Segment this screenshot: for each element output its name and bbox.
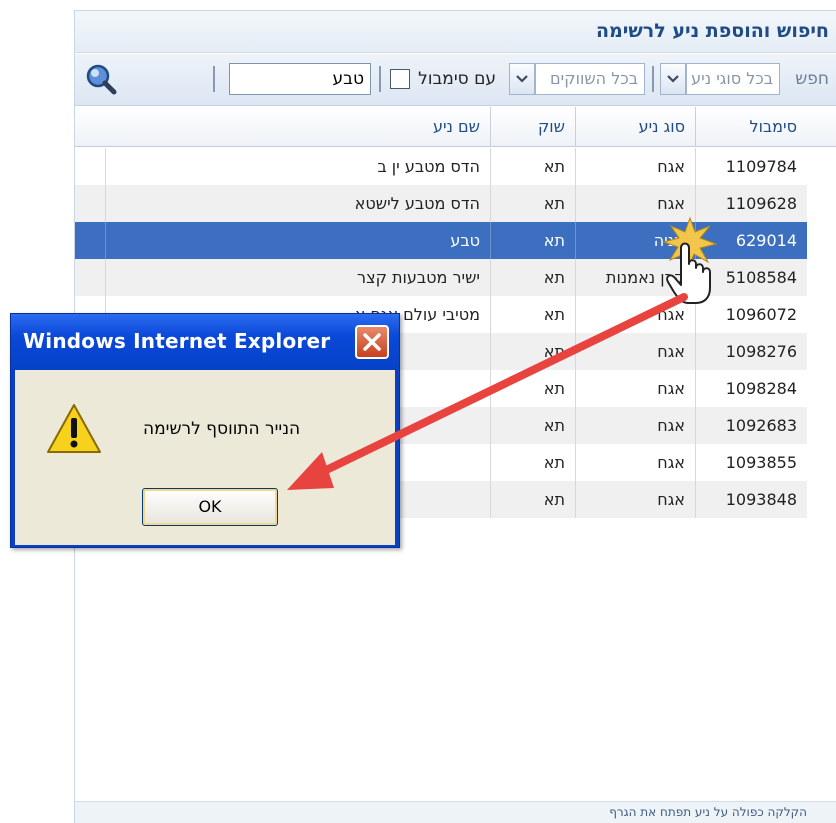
ok-button[interactable]: OK: [142, 488, 278, 526]
alert-dialog: Windows Internet Explorer הנייר התווסף ל…: [10, 313, 400, 548]
cell-symbol: 1093855: [695, 444, 807, 481]
table-row[interactable]: 629014 מניה תא טבע: [75, 222, 807, 259]
cell-type: מניה: [575, 222, 695, 259]
toolbar-separator: [213, 66, 215, 92]
warning-icon: [47, 404, 101, 453]
cell-name: ישיר מטבעות קצר: [105, 259, 490, 296]
cell-market: תא: [490, 333, 575, 370]
cell-name: הדס מטבע לישטא: [105, 185, 490, 222]
cell-market: תא: [490, 222, 575, 259]
dialog-title-bar: Windows Internet Explorer: [11, 314, 399, 370]
cell-type: אגח: [575, 333, 695, 370]
chevron-down-icon: [667, 75, 679, 83]
cell-type: אגח: [575, 370, 695, 407]
cell-market: תא: [490, 407, 575, 444]
cell-symbol: 1109784: [695, 148, 807, 185]
chevron-down-icon: [516, 75, 528, 83]
column-header-market[interactable]: שוק: [490, 107, 575, 147]
close-icon: [363, 333, 381, 351]
cell-market: תא: [490, 148, 575, 185]
cell-market: תא: [490, 370, 575, 407]
cell-symbol: 1098284: [695, 370, 807, 407]
cell-market: תא: [490, 185, 575, 222]
market-dropdown-button[interactable]: [509, 63, 535, 95]
cell-type: אגח: [575, 185, 695, 222]
search-input-value: טבע: [332, 69, 365, 89]
cell-market: תא: [490, 296, 575, 333]
cell-type: קרן נאמנות: [575, 259, 695, 296]
cell-symbol: 1109628: [695, 185, 807, 222]
toolbar-separator: [379, 66, 381, 92]
magnifier-icon: [86, 64, 117, 95]
cell-type: אגח: [575, 444, 695, 481]
column-header-type[interactable]: סוג ניע: [575, 107, 695, 147]
cell-symbol: 1096072: [695, 296, 807, 333]
with-symbol-label: עם סימבול: [418, 69, 496, 89]
status-bar: הקלקה כפולה על ניע תפתח את הגרף: [75, 801, 836, 823]
cell-type: אגח: [575, 407, 695, 444]
security-type-select[interactable]: בכל סוגי ניע: [686, 63, 780, 95]
cell-symbol: 629014: [695, 222, 807, 259]
search-button[interactable]: [83, 62, 117, 96]
search-label: חפש: [795, 69, 829, 89]
cell-name: הדס מטבע ין ב: [105, 148, 490, 185]
cell-market: תא: [490, 444, 575, 481]
market-value: בכל השווקים: [550, 69, 638, 88]
search-input[interactable]: טבע: [229, 63, 371, 95]
dialog-close-button[interactable]: [355, 325, 389, 359]
dialog-body: הנייר התווסף לרשימה OK: [15, 370, 395, 545]
toolbar-separator: [652, 66, 654, 92]
cell-symbol: 1093848: [695, 481, 807, 518]
column-header-symbol[interactable]: סימבול: [695, 107, 807, 147]
security-type-dropdown-button[interactable]: [660, 63, 686, 95]
footer-hint: הקלקה כפולה על ניע תפתח את הגרף: [609, 805, 807, 819]
cell-market: תא: [490, 259, 575, 296]
market-select[interactable]: בכל השווקים: [535, 63, 645, 95]
cell-symbol: 1092683: [695, 407, 807, 444]
security-type-value: בכל סוגי ניע: [691, 69, 773, 88]
dialog-message: הנייר התווסף לרשימה: [143, 419, 301, 439]
cell-symbol: 1098276: [695, 333, 807, 370]
panel-title-bar: חיפוש והוספת ניע לרשימה: [75, 11, 836, 53]
table-row[interactable]: 1109628 אגח תא הדס מטבע לישטא: [75, 185, 807, 222]
dialog-title: Windows Internet Explorer: [23, 329, 331, 353]
grid-header: סימבול סוג ניע שוק שם ניע: [75, 107, 836, 147]
table-row[interactable]: 5108584 קרן נאמנות תא ישיר מטבעות קצר: [75, 259, 807, 296]
cell-market: תא: [490, 481, 575, 518]
cell-type: אגח: [575, 296, 695, 333]
cell-symbol: 5108584: [695, 259, 807, 296]
table-row[interactable]: 1109784 אגח תא הדס מטבע ין ב: [75, 148, 807, 185]
column-header-name[interactable]: שם ניע: [75, 107, 490, 147]
cell-type: אגח: [575, 481, 695, 518]
cell-type: אגח: [575, 148, 695, 185]
cell-name: טבע: [105, 222, 490, 259]
search-toolbar: חפש בכל סוגי ניע בכל השווקים עם סימבול ט…: [75, 54, 836, 106]
panel-title: חיפוש והוספת ניע לרשימה: [595, 20, 829, 42]
with-symbol-checkbox[interactable]: [390, 69, 410, 89]
